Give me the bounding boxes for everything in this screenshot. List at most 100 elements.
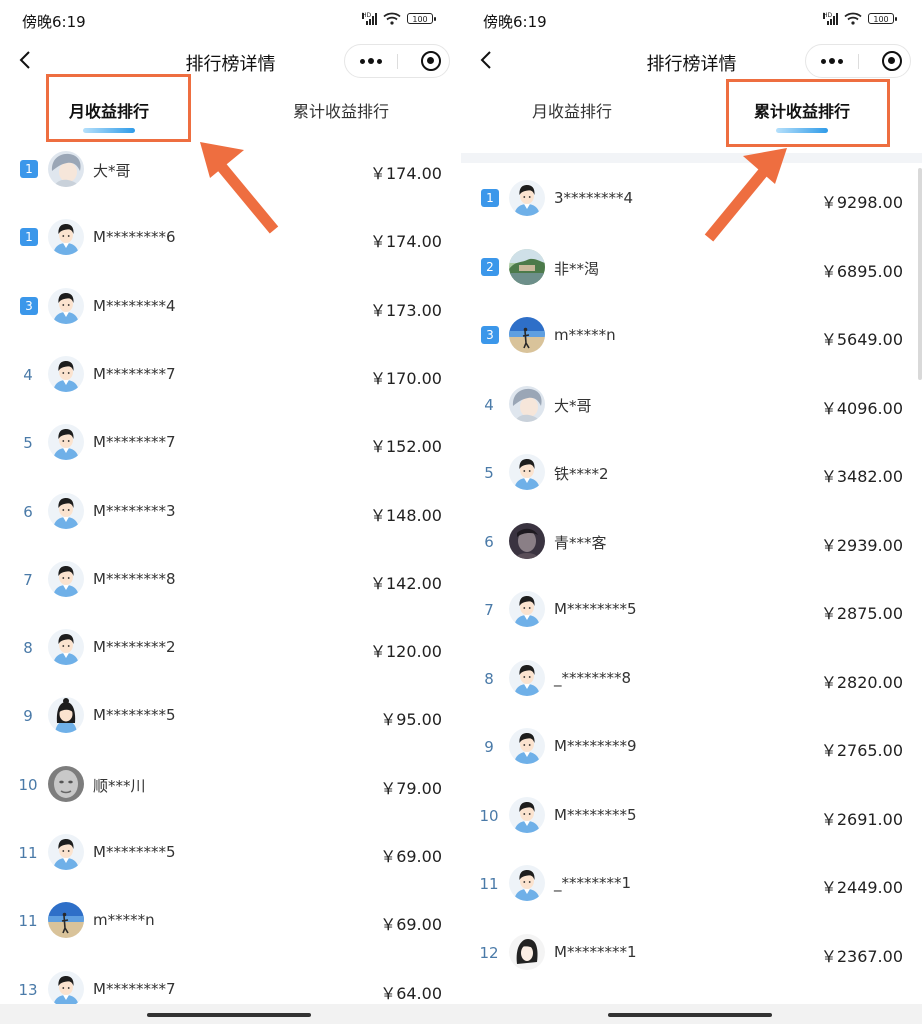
- ranking-row[interactable]: 3 m*****n ￥5649.00: [461, 307, 922, 363]
- tab-cumulative-earnings[interactable]: 累计收益排行: [293, 98, 389, 122]
- section-divider: [461, 153, 922, 163]
- ranking-row[interactable]: 11 M********5 ￥69.00: [0, 824, 461, 880]
- battery-icon: 100: [868, 13, 897, 24]
- rank-number: 5: [23, 434, 33, 453]
- avatar[interactable]: [509, 454, 545, 490]
- user-name: 顺***川: [93, 776, 146, 795]
- ranking-row[interactable]: 9 M********9 ￥2765.00: [461, 718, 922, 774]
- avatar[interactable]: [509, 797, 545, 833]
- avatar[interactable]: [48, 629, 84, 665]
- ranking-row[interactable]: 5 M********7 ￥152.00: [0, 414, 461, 470]
- rank-number: 12: [479, 943, 499, 962]
- earnings-amount: ￥69.00: [380, 915, 442, 935]
- avatar[interactable]: [48, 493, 84, 529]
- ranking-row[interactable]: 8 _********8 ￥2820.00: [461, 650, 922, 706]
- earnings-amount: ￥2765.00: [820, 741, 903, 760]
- ranking-row[interactable]: 12 M********1 ￥2367.00: [461, 924, 922, 980]
- avatar[interactable]: [48, 288, 84, 324]
- avatar[interactable]: [48, 151, 84, 187]
- rank-number: 11: [479, 875, 499, 893]
- wifi-icon: [844, 12, 862, 25]
- tab-cumulative-label: 累计收益排行: [293, 102, 390, 121]
- home-indicator[interactable]: [147, 1013, 311, 1017]
- wifi-icon: [383, 12, 401, 25]
- user-name: M********3: [93, 501, 176, 520]
- capsule-divider: [858, 54, 859, 69]
- user-name: M********2: [93, 638, 176, 657]
- ranking-row[interactable]: 7 M********8 ￥142.00: [0, 551, 461, 607]
- avatar[interactable]: [48, 697, 84, 733]
- rank-number: 9: [23, 707, 33, 726]
- earnings-amount: ￥5649.00: [820, 330, 903, 349]
- avatar[interactable]: [509, 317, 545, 353]
- rank-badge: 1: [20, 228, 38, 247]
- ranking-row[interactable]: 5 铁****2 ￥3482.00: [461, 444, 922, 500]
- earnings-amount: ￥2875.00: [820, 604, 903, 623]
- avatar[interactable]: [48, 219, 84, 255]
- avatar[interactable]: [48, 902, 84, 938]
- ranking-row[interactable]: 11 m*****n ￥69.00: [0, 892, 461, 948]
- earnings-amount: ￥148.00: [370, 505, 442, 525]
- earnings-amount: ￥2367.00: [820, 946, 903, 966]
- avatar[interactable]: [509, 934, 545, 970]
- ranking-row[interactable]: 4 M********7 ￥170.00: [0, 346, 461, 402]
- avatar[interactable]: [509, 728, 545, 764]
- close-miniprogram-icon[interactable]: [882, 51, 902, 71]
- ranking-row[interactable]: 9 M********5 ￥95.00: [0, 687, 461, 743]
- earnings-amount: ￥2691.00: [820, 809, 903, 829]
- user-name: 非**渴: [554, 259, 600, 278]
- ranking-row[interactable]: 11 _********1 ￥2449.00: [461, 855, 922, 911]
- avatar[interactable]: [509, 660, 545, 696]
- earnings-amount: ￥152.00: [370, 437, 442, 457]
- avatar[interactable]: [48, 424, 84, 460]
- rank-badge: 2: [481, 257, 499, 276]
- capsule-divider: [397, 54, 398, 69]
- ranking-row[interactable]: 8 M********2 ￥120.00: [0, 619, 461, 675]
- earnings-amount: ￥170.00: [370, 368, 442, 388]
- ranking-row[interactable]: 1 大*哥 ￥174.00: [0, 141, 461, 197]
- tab-monthly-label: 月收益排行: [532, 102, 613, 121]
- highlight-box: [46, 74, 191, 142]
- highlight-box: [726, 79, 890, 147]
- earnings-amount: ￥174.00: [370, 164, 442, 183]
- avatar[interactable]: [48, 834, 84, 870]
- avatar[interactable]: [48, 971, 84, 1007]
- rank-number: 5: [484, 464, 494, 482]
- avatar[interactable]: [509, 523, 545, 559]
- status-time: 傍晚6:19: [483, 13, 547, 31]
- user-name: _********8: [554, 668, 632, 687]
- ranking-row[interactable]: 10 M********5 ￥2691.00: [461, 787, 922, 843]
- more-options-icon[interactable]: [806, 45, 858, 77]
- user-name: m*****n: [93, 911, 155, 930]
- ranking-row[interactable]: 6 青***客 ￥2939.00: [461, 513, 922, 569]
- ranking-row[interactable]: 1 M********6 ￥174.00: [0, 209, 461, 265]
- ranking-row[interactable]: 6 M********3 ￥148.00: [0, 483, 461, 539]
- ranking-row[interactable]: 1 3********4 ￥9298.00: [461, 170, 922, 226]
- more-options-icon[interactable]: [345, 45, 397, 77]
- rank-number: 10: [479, 806, 499, 825]
- avatar[interactable]: [48, 356, 84, 392]
- user-name: M********7: [93, 979, 176, 998]
- ranking-row[interactable]: 7 M********5 ￥2875.00: [461, 581, 922, 637]
- ranking-row[interactable]: 4 大*哥 ￥4096.00: [461, 376, 922, 432]
- avatar[interactable]: [48, 766, 84, 802]
- close-miniprogram-icon[interactable]: [421, 51, 441, 71]
- avatar[interactable]: [509, 386, 545, 422]
- status-bar: 傍晚6:19 HD 100: [461, 0, 922, 40]
- tab-monthly-earnings[interactable]: 月收益排行: [532, 98, 612, 122]
- status-bar: 傍晚6:19 HD 100: [0, 0, 461, 40]
- ranking-row[interactable]: 2 非**渴 ￥6895.00: [461, 239, 922, 295]
- avatar[interactable]: [509, 249, 545, 285]
- ranking-row[interactable]: 3 M********4 ￥173.00: [0, 278, 461, 334]
- home-indicator[interactable]: [608, 1013, 772, 1017]
- rank-badge: 3: [481, 326, 499, 344]
- miniprogram-capsule: [344, 44, 450, 78]
- avatar[interactable]: [48, 561, 84, 597]
- rank-number: 8: [23, 639, 33, 658]
- avatar[interactable]: [509, 591, 545, 627]
- avatar[interactable]: [509, 865, 545, 901]
- avatar[interactable]: [509, 180, 545, 216]
- earnings-amount: ￥142.00: [370, 573, 442, 593]
- ranking-row[interactable]: 10 顺***川 ￥79.00: [0, 756, 461, 812]
- rank-badge: 1: [481, 189, 499, 207]
